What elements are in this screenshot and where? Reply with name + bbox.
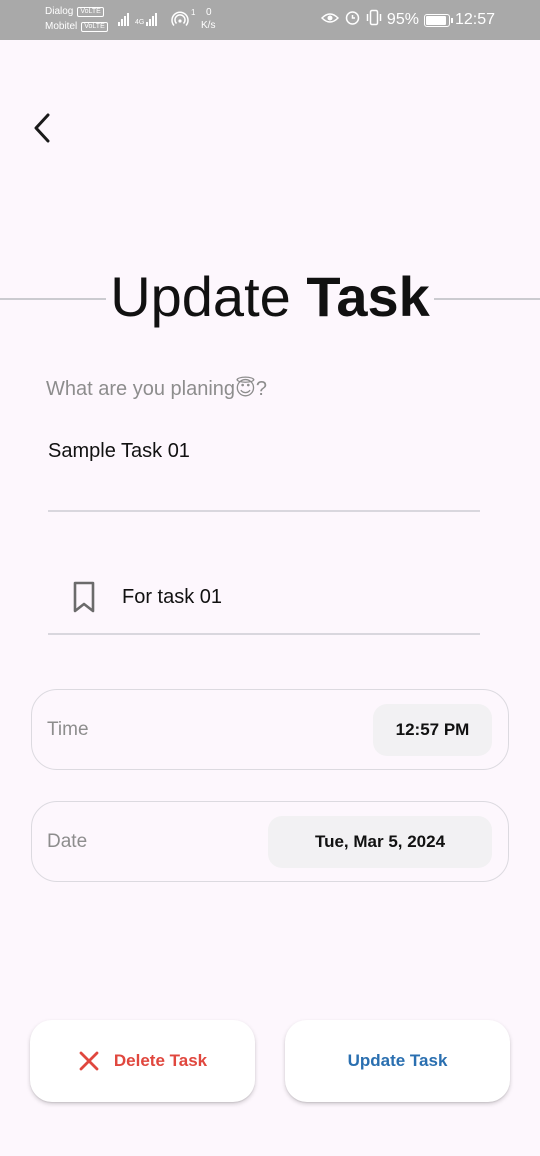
title-divider-right [434,298,540,300]
vibrate-icon [366,9,382,31]
volte-badge: VoLTE [81,21,108,32]
signal-icon [118,10,129,26]
task-note-input[interactable]: For task 01 [122,584,222,610]
carrier-info: Dialog VoLTE Mobitel VoLTE [45,4,108,34]
network-type: 4G [135,19,145,26]
chevron-left-icon [34,113,50,143]
time-picker: Time 12:57 PM [31,689,509,770]
close-icon [79,1051,99,1071]
status-bar: Dialog VoLTE Mobitel VoLTE 4G 1 0 K/s 95… [0,0,540,40]
bookmark-icon [73,581,95,613]
volte-badge: VoLTE [77,6,104,17]
prompt-suffix: ? [255,378,267,400]
task-name-underline [48,510,480,512]
alarm-icon [344,9,361,31]
page-title-light: Update [110,265,291,328]
date-label: Date [47,831,88,852]
task-prompt-label: What are you planing😇? [46,376,267,402]
speed-sup: 1 [191,8,196,17]
prompt-text: What are you planing [46,378,236,400]
date-select-button[interactable]: Tue, Mar 5, 2024 [268,816,492,868]
update-task-button[interactable]: Update Task [285,1020,510,1102]
task-name-input[interactable]: Sample Task 01 [48,438,190,464]
title-divider-left [0,298,106,300]
delete-task-button[interactable]: Delete Task [30,1020,255,1102]
date-picker: Date Tue, Mar 5, 2024 [31,801,509,882]
screen: Dialog VoLTE Mobitel VoLTE 4G 1 0 K/s 95… [0,0,540,1156]
speed-unit: K/s [201,20,216,31]
page-title: Update Task [106,262,434,332]
battery-icon [423,13,453,27]
eye-comfort-icon [320,11,339,30]
back-button[interactable] [32,108,68,148]
page-title-bold: Task [306,265,430,328]
speed-value: 0 [206,7,212,18]
task-note-field[interactable]: For task 01 [70,580,222,614]
time-select-button[interactable]: 12:57 PM [373,704,492,756]
signal-indicators: 4G [118,10,158,26]
status-right: 95% 12:57 [320,9,495,31]
angel-emoji-icon: 😇 [235,378,256,400]
clock: 12:57 [454,11,495,28]
hotspot-icon [171,10,189,33]
battery-percent: 95% [386,11,419,28]
carrier-1-name: Dialog [45,6,74,17]
signal-icon: 4G [135,10,158,26]
task-note-underline [48,633,480,635]
update-task-label: Update Task [347,1051,448,1070]
time-label: Time [47,719,89,740]
carrier-2-name: Mobitel [45,21,78,32]
delete-task-label: Delete Task [113,1051,208,1070]
